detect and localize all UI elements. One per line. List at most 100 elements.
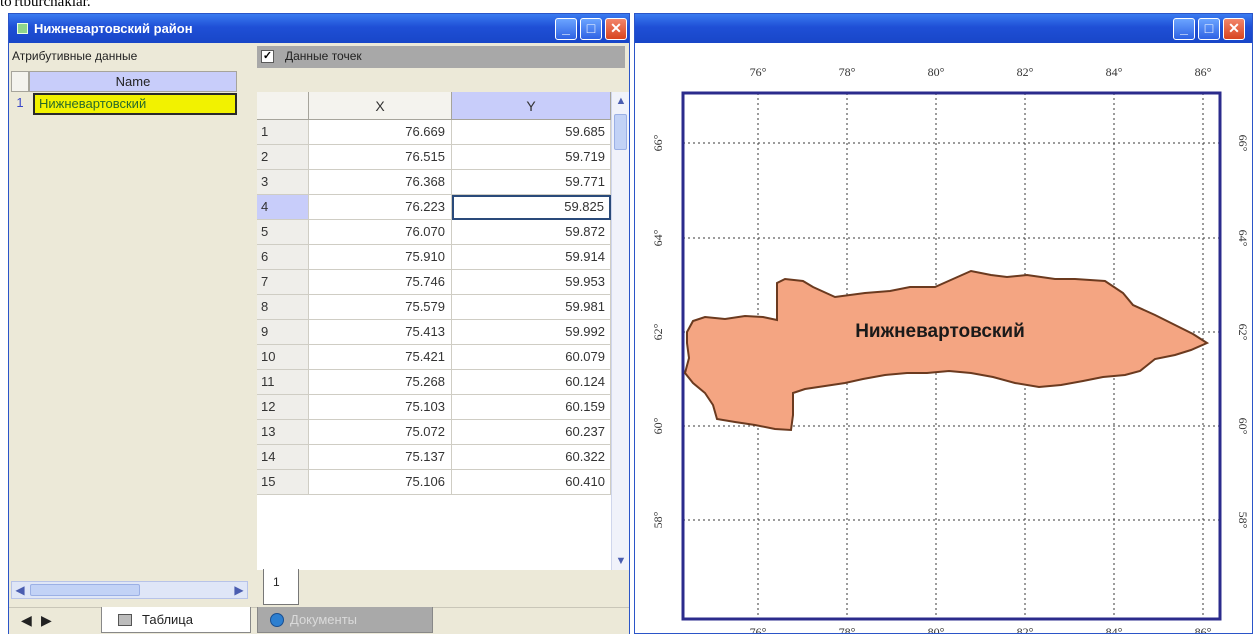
cell-y[interactable]: 59.872	[452, 220, 611, 245]
table-icon	[118, 614, 132, 626]
cell-x[interactable]: 75.910	[309, 245, 452, 270]
left-title-bar[interactable]: Нижневартовский район _ □ ✕	[9, 14, 629, 43]
latitude-labels-left: 66° 64° 62° 60° 58°	[651, 134, 665, 528]
documents-icon	[270, 613, 284, 627]
row-number[interactable]: 9	[257, 320, 309, 345]
scroll-thumb[interactable]	[614, 114, 627, 150]
row-number[interactable]: 14	[257, 445, 309, 470]
table-row[interactable]: 7 75.746 59.953	[257, 270, 611, 295]
map-close-button[interactable]: ✕	[1223, 18, 1245, 40]
row-number[interactable]: 11	[257, 370, 309, 395]
table-row[interactable]: 6 75.910 59.914	[257, 245, 611, 270]
attribute-table-window: Нижневартовский район _ □ ✕ Атрибутивные…	[8, 13, 630, 634]
cell-y[interactable]: 60.079	[452, 345, 611, 370]
table-row[interactable]: 12 75.103 60.159	[257, 395, 611, 420]
map-minimize-button[interactable]: _	[1173, 18, 1195, 40]
attribute-select-all-corner[interactable]	[11, 71, 29, 92]
longitude-tick-label: 76°	[750, 625, 767, 633]
column-header-x[interactable]: X	[309, 92, 452, 120]
cell-x[interactable]: 76.223	[309, 195, 452, 220]
scroll-right-icon[interactable]: ▶	[231, 582, 247, 598]
cell-x[interactable]: 75.413	[309, 320, 452, 345]
attribute-horizontal-scrollbar[interactable]: ◀ ▶	[11, 581, 248, 599]
previous-tab-icon[interactable]: ◀	[21, 612, 32, 629]
row-number[interactable]: 10	[257, 345, 309, 370]
cell-y[interactable]: 59.992	[452, 320, 611, 345]
table-row[interactable]: 14 75.137 60.322	[257, 445, 611, 470]
row-number[interactable]: 12	[257, 395, 309, 420]
cell-x[interactable]: 75.746	[309, 270, 452, 295]
cell-x[interactable]: 75.072	[309, 420, 452, 445]
table-row[interactable]: 1 76.669 59.685	[257, 120, 611, 145]
cell-y[interactable]: 60.124	[452, 370, 611, 395]
tab-table[interactable]: Таблица	[101, 607, 251, 633]
cell-y[interactable]: 59.685	[452, 120, 611, 145]
cell-y[interactable]: 59.953	[452, 270, 611, 295]
cell-y[interactable]: 60.322	[452, 445, 611, 470]
points-data-checkbox[interactable]: ✓	[261, 50, 274, 63]
scroll-down-icon[interactable]: ▼	[612, 555, 629, 567]
cell-x[interactable]: 76.070	[309, 220, 452, 245]
map-title-bar[interactable]: _ □ ✕	[635, 14, 1252, 43]
latitude-tick-label: 58°	[651, 511, 665, 528]
table-row[interactable]: 11 75.268 60.124	[257, 370, 611, 395]
row-number[interactable]: 2	[257, 145, 309, 170]
cell-x[interactable]: 75.421	[309, 345, 452, 370]
scroll-left-icon[interactable]: ◀	[12, 582, 28, 598]
points-data-toggle[interactable]: ✓ Данные точек	[257, 46, 625, 68]
table-row[interactable]: 4 76.223 59.825	[257, 195, 611, 220]
tab-documents[interactable]: Документы	[257, 607, 433, 633]
row-number[interactable]: 1	[257, 120, 309, 145]
minimize-button[interactable]: _	[555, 18, 577, 40]
points-vertical-scrollbar[interactable]: ▲ ▼	[611, 92, 629, 570]
cell-x[interactable]: 76.669	[309, 120, 452, 145]
map-canvas[interactable]: Нижневартовский 76° 78° 80° 82° 84° 86° 76° 78…	[635, 43, 1252, 633]
close-button[interactable]: ✕	[605, 18, 627, 40]
table-row[interactable]: 10 75.421 60.079	[257, 345, 611, 370]
column-header-y[interactable]: Y	[452, 92, 611, 120]
maximize-button[interactable]: □	[580, 18, 602, 40]
latitude-tick-label: 62°	[651, 323, 665, 340]
cell-y[interactable]: 59.825	[452, 195, 611, 220]
table-row[interactable]: 13 75.072 60.237	[257, 420, 611, 445]
cell-y[interactable]: 59.914	[452, 245, 611, 270]
cell-y[interactable]: 59.771	[452, 170, 611, 195]
tab-documents-label: Документы	[290, 612, 358, 627]
row-number[interactable]: 6	[257, 245, 309, 270]
cell-x[interactable]: 75.106	[309, 470, 452, 495]
cell-y[interactable]: 60.237	[452, 420, 611, 445]
table-row[interactable]: 8 75.579 59.981	[257, 295, 611, 320]
scroll-thumb[interactable]	[30, 584, 140, 596]
attribute-cell-name[interactable]: Нижневартовский	[33, 93, 237, 115]
row-number[interactable]: 15	[257, 470, 309, 495]
points-select-all-corner[interactable]	[257, 92, 309, 120]
row-number[interactable]: 13	[257, 420, 309, 445]
page-tab-1[interactable]: 1	[263, 569, 299, 605]
cell-x[interactable]: 75.137	[309, 445, 452, 470]
cell-y[interactable]: 60.410	[452, 470, 611, 495]
next-tab-icon[interactable]: ▶	[41, 612, 52, 629]
scroll-up-icon[interactable]: ▲	[612, 95, 629, 107]
table-row[interactable]: 2 76.515 59.719	[257, 145, 611, 170]
cell-y[interactable]: 59.719	[452, 145, 611, 170]
row-number[interactable]: 4	[257, 195, 309, 220]
cell-x[interactable]: 75.579	[309, 295, 452, 320]
cell-x[interactable]: 75.268	[309, 370, 452, 395]
attribute-row-number[interactable]: 1	[11, 92, 29, 116]
column-header-name[interactable]: Name	[29, 71, 237, 92]
cell-y[interactable]: 60.159	[452, 395, 611, 420]
cell-y[interactable]: 59.981	[452, 295, 611, 320]
cell-x[interactable]: 75.103	[309, 395, 452, 420]
row-number[interactable]: 8	[257, 295, 309, 320]
row-number[interactable]: 3	[257, 170, 309, 195]
attribute-grid: Name 1 Нижневартовский	[11, 71, 249, 582]
table-row[interactable]: 15 75.106 60.410	[257, 470, 611, 495]
cell-x[interactable]: 76.515	[309, 145, 452, 170]
row-number[interactable]: 5	[257, 220, 309, 245]
table-row[interactable]: 5 76.070 59.872	[257, 220, 611, 245]
table-row[interactable]: 9 75.413 59.992	[257, 320, 611, 345]
cell-x[interactable]: 76.368	[309, 170, 452, 195]
table-row[interactable]: 3 76.368 59.771	[257, 170, 611, 195]
row-number[interactable]: 7	[257, 270, 309, 295]
map-maximize-button[interactable]: □	[1198, 18, 1220, 40]
